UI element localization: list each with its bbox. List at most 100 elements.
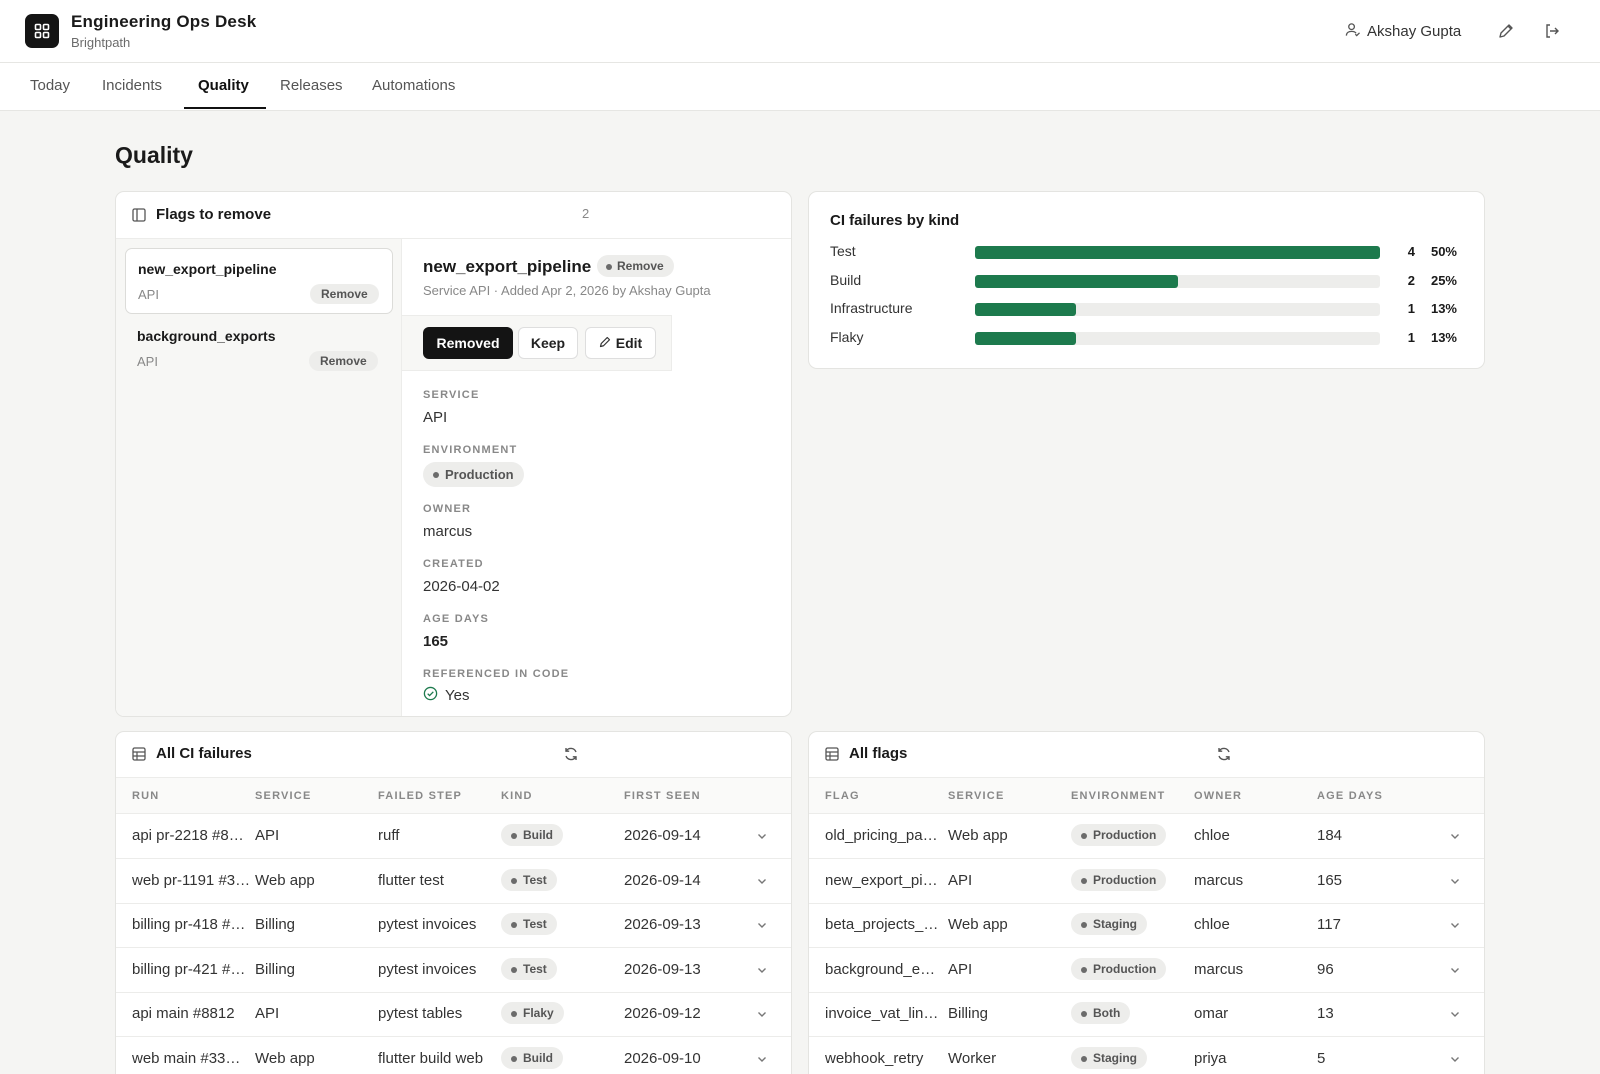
- refresh-icon[interactable]: [1216, 746, 1232, 762]
- age-days-cell: 165: [1317, 871, 1343, 889]
- column-header[interactable]: RUN: [132, 790, 159, 802]
- created-label: CREATED: [423, 558, 484, 570]
- owner-cell: marcus: [1194, 960, 1244, 978]
- column-header[interactable]: FLAG: [825, 790, 860, 802]
- table-row[interactable]: billing pr-418 #… Billing pytest invoices T…: [116, 903, 791, 948]
- referenced-label: REFERENCED IN CODE: [423, 668, 570, 680]
- chevron-down-icon[interactable]: [756, 1052, 768, 1064]
- detail-meta: Service API · Added Apr 2, 2026 by Aksha…: [423, 283, 711, 298]
- chevron-down-icon[interactable]: [1449, 1052, 1461, 1064]
- ci-table-header: RUN SERVICE FAILED STEP KIND FIRST SEEN: [116, 777, 791, 814]
- panel-icon: [132, 208, 146, 227]
- failed-step-cell: pytest invoices: [378, 960, 477, 978]
- column-header[interactable]: ENVIRONMENT: [1071, 790, 1165, 802]
- tab-today[interactable]: Today: [30, 77, 70, 94]
- flag-name: new_export_pipeline: [138, 261, 277, 277]
- status-dot: [511, 833, 517, 839]
- run-cell: billing pr-421 #…: [132, 960, 246, 978]
- kind-badge: Build: [501, 824, 563, 846]
- detail-title: new_export_pipeline: [423, 257, 592, 276]
- table-row[interactable]: api pr-2218 #8… API ruff Build 2026-09-14: [116, 814, 791, 859]
- service-cell: Web app: [948, 916, 1008, 933]
- column-header[interactable]: SERVICE: [948, 790, 1005, 802]
- user-menu[interactable]: Akshay Gupta: [1345, 22, 1461, 41]
- owner-label: OWNER: [423, 503, 472, 515]
- refresh-icon[interactable]: [563, 746, 579, 762]
- tab-releases[interactable]: Releases: [280, 77, 343, 94]
- table-row[interactable]: old_pricing_pa… Web app Production chloe 184: [809, 814, 1484, 859]
- flag-list-item[interactable]: background_exports API Remove: [125, 316, 393, 382]
- chevron-down-icon[interactable]: [756, 963, 768, 975]
- table-row[interactable]: beta_projects_… Web app Staging chloe 117: [809, 903, 1484, 948]
- table-row[interactable]: webhook_retry Worker Staging priya 5: [809, 1037, 1484, 1074]
- run-cell: web main #33…: [132, 1049, 241, 1067]
- kind-count: 1: [1407, 329, 1415, 345]
- column-header[interactable]: KIND: [501, 790, 533, 802]
- first-seen-cell: 2026-09-13: [624, 916, 701, 933]
- run-cell: api main #8812: [132, 1005, 235, 1022]
- tab-incidents[interactable]: Incidents: [102, 77, 162, 94]
- table-row[interactable]: billing pr-421 #… Billing pytest invoices T…: [116, 948, 791, 993]
- flag-cell: beta_projects_…: [825, 916, 939, 933]
- grid-icon[interactable]: [25, 14, 59, 48]
- table-row[interactable]: new_export_pi… API Production marcus 165: [809, 859, 1484, 904]
- chevron-down-icon[interactable]: [1449, 1007, 1461, 1019]
- table-row[interactable]: invoice_vat_lin… Billing Both omar 13: [809, 992, 1484, 1037]
- removed-button[interactable]: Removed: [423, 327, 513, 359]
- chevron-down-icon[interactable]: [1449, 874, 1461, 886]
- failed-step-cell: pytest tables: [378, 1005, 463, 1022]
- column-header[interactable]: AGE DAYS: [1317, 790, 1383, 802]
- column-header[interactable]: OWNER: [1194, 790, 1242, 802]
- kind-bar-track: [975, 303, 1380, 316]
- flags-table-title: All flags: [849, 745, 908, 762]
- owner-cell: marcus: [1194, 871, 1244, 889]
- kind-badge: Test: [501, 913, 557, 935]
- column-header[interactable]: FAILED STEP: [378, 790, 462, 802]
- failed-step-cell: flutter build web: [378, 1049, 484, 1067]
- kind-label: Test: [830, 243, 856, 259]
- tab-quality[interactable]: Quality: [198, 77, 249, 94]
- environment-badge: Production: [1071, 868, 1167, 891]
- chevron-down-icon[interactable]: [1449, 963, 1461, 975]
- first-seen-cell: 2026-09-14: [624, 827, 701, 844]
- flag-list-item[interactable]: new_export_pipeline API Remove: [125, 248, 393, 314]
- column-header[interactable]: SERVICE: [255, 790, 312, 802]
- chevron-down-icon[interactable]: [756, 1007, 768, 1019]
- owner-cell: omar: [1194, 1005, 1229, 1022]
- kind-bar-fill: [975, 331, 1077, 345]
- kind-badge: Flaky: [501, 1002, 564, 1024]
- flag-cell: background_e…: [825, 960, 936, 978]
- table-row[interactable]: web pr-1191 #3… Web app flutter test Test 20…: [116, 859, 791, 904]
- edit-button[interactable]: Edit: [585, 327, 656, 359]
- kind-bar-fill: [975, 246, 1380, 259]
- flags-table-header: FLAG SERVICE ENVIRONMENT OWNER AGE DAYS: [809, 777, 1484, 814]
- kind-percent: 13%: [1430, 329, 1457, 345]
- top-bar: Engineering Ops Desk Brightpath Akshay G…: [0, 0, 1600, 63]
- keep-button[interactable]: Keep: [518, 327, 578, 359]
- tab-automations[interactable]: Automations: [372, 77, 455, 94]
- all-ci-failures-card: All CI failures RUN SERVICE FAILED STEP …: [115, 731, 792, 1074]
- ci-failures-by-kind-card: CI failures by kind Test 4 50% Build 2 25% Inf…: [808, 191, 1485, 369]
- chevron-down-icon[interactable]: [1449, 829, 1461, 841]
- service-cell: API: [255, 827, 280, 844]
- table-row[interactable]: web main #33… Web app flutter build web Bui…: [116, 1037, 791, 1074]
- chevron-down-icon[interactable]: [756, 829, 768, 841]
- first-seen-cell: 2026-09-13: [624, 960, 701, 978]
- table-row[interactable]: background_e… API Production marcus 96: [809, 948, 1484, 993]
- chevron-down-icon[interactable]: [756, 874, 768, 886]
- environment-badge: Staging: [1071, 1046, 1147, 1069]
- failed-step-cell: ruff: [378, 827, 400, 844]
- chevron-down-icon[interactable]: [1449, 918, 1461, 930]
- age-days-cell: 96: [1317, 960, 1334, 978]
- status-dot: [1081, 1055, 1087, 1062]
- run-cell: billing pr-418 #…: [132, 916, 246, 933]
- logout-icon[interactable]: [1542, 21, 1562, 41]
- column-header[interactable]: FIRST SEEN: [624, 790, 701, 802]
- chevron-down-icon[interactable]: [756, 918, 768, 930]
- service-cell: API: [255, 1005, 280, 1022]
- table-row[interactable]: api main #8812 API pytest tables Flaky 2026-…: [116, 992, 791, 1037]
- pencil-icon[interactable]: [1496, 21, 1516, 41]
- check-circle-icon: [423, 686, 438, 705]
- flags-count: 2: [582, 206, 590, 221]
- status-dot: [606, 264, 612, 270]
